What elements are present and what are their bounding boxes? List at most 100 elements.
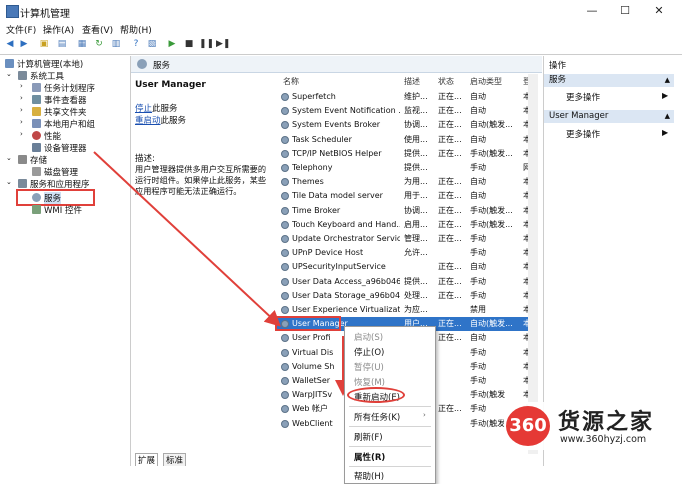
tree-shared-folders[interactable]: 共享文件夹 — [44, 106, 87, 118]
properties-icon[interactable]: ▦ — [76, 39, 88, 50]
table-row[interactable]: System Event Notification ... 监视... 正在... 自… — [277, 104, 533, 118]
up-folder-icon[interactable]: ▣ — [38, 39, 50, 50]
console-tree: 计算机管理(本地) ⌄ 系统工具 › 任务计划程序 › 事件查看器 › 共享文件… — [2, 56, 131, 466]
menu-action[interactable]: 操作(A) — [43, 23, 74, 36]
table-row[interactable]: UPSecurityInputService 正在... 自动本 — [277, 260, 533, 274]
start-service-icon[interactable]: ▶ — [166, 39, 178, 50]
tree-system-tools[interactable]: 系统工具 — [30, 70, 64, 82]
ctx-stop[interactable]: 停止(O) — [354, 346, 384, 358]
restart-service-icon[interactable]: ▶❚ — [216, 39, 230, 50]
expand-icon[interactable]: › — [20, 94, 23, 102]
table-row[interactable]: System Events Broker 协调... 正在... 自动(触发... 本 — [277, 118, 533, 132]
table-row[interactable]: User Data Access_a96b046 提供... 正在... 手动本 — [277, 275, 533, 289]
collapse-up-icon[interactable]: ▲ — [665, 74, 670, 87]
export-icon[interactable]: ▥ — [110, 39, 122, 50]
tree-storage[interactable]: 存储 — [30, 154, 47, 166]
table-row[interactable]: Touch Keyboard and Hand... 启用... 正在... 手动(触… — [277, 218, 533, 232]
collapse-icon[interactable]: ⌄ — [6, 178, 12, 186]
table-row[interactable]: Update Orchestrator Service 管理... 正在... 手动本 — [277, 232, 533, 246]
table-row[interactable]: Tile Data model server 用于... 正在... 自动本 — [277, 189, 533, 203]
actions-group-services[interactable]: 服务 ▲ — [544, 74, 674, 87]
cell-startup: 手动(触发... — [470, 205, 513, 215]
watermark-badge: 360 — [506, 406, 550, 446]
ctx-all-tasks[interactable]: 所有任务(K) — [354, 411, 400, 423]
expand-icon[interactable]: › — [20, 118, 23, 126]
ctx-help[interactable]: 帮助(H) — [354, 470, 384, 482]
cell-status: 正在... — [438, 120, 462, 130]
table-row[interactable]: User Data Storage_a96b046 处理... 正在... 手动本 — [277, 289, 533, 303]
actions-more-2[interactable]: 更多操作 — [566, 128, 600, 140]
tree-device-manager[interactable]: 设备管理器 — [44, 142, 87, 154]
tree-root[interactable]: 计算机管理(本地) — [17, 58, 83, 70]
actions-group-user-manager[interactable]: User Manager ▲ — [544, 110, 674, 123]
tree-local-users[interactable]: 本地用户和组 — [44, 118, 95, 130]
menu-view[interactable]: 查看(V) — [82, 23, 113, 36]
cell-status: 正在... — [438, 290, 462, 300]
cell-desc: 用于... — [404, 191, 428, 201]
cell-status: 正在... — [438, 333, 462, 343]
minimize-button[interactable]: — — [585, 4, 599, 18]
tab-standard[interactable]: 标准 — [163, 453, 187, 466]
back-icon[interactable]: ◀ — [4, 39, 16, 50]
refresh-icon[interactable]: ↻ — [93, 39, 105, 50]
collapse-icon[interactable]: ⌄ — [6, 70, 12, 78]
expand-icon[interactable]: › — [20, 82, 23, 90]
pause-service-icon[interactable]: ❚❚ — [199, 39, 214, 50]
ctx-pause[interactable]: 暂停(U) — [354, 361, 384, 373]
actions-more-1[interactable]: 更多操作 — [566, 91, 600, 103]
tree-wmi[interactable]: WMI 控件 — [44, 204, 82, 216]
show-tree-icon[interactable]: ▤ — [56, 39, 68, 50]
column-header-desc[interactable]: 描述 — [404, 74, 434, 90]
table-row[interactable]: Themes 为用... 正在... 自动本 — [277, 175, 533, 189]
table-row[interactable]: UPnP Device Host 允许... 手动本 — [277, 246, 533, 260]
view-icon[interactable]: ▧ — [146, 39, 158, 50]
column-header-status[interactable]: 状态 — [438, 74, 466, 90]
cell-startup: 禁用 — [470, 305, 486, 314]
table-row[interactable]: Task Scheduler 使用... 正在... 自动本 — [277, 133, 533, 147]
tree-performance[interactable]: 性能 — [44, 130, 61, 142]
tree-disk-management[interactable]: 磁盘管理 — [44, 166, 78, 178]
tree-services[interactable]: 服务 — [44, 192, 62, 204]
gear-icon — [281, 107, 289, 116]
close-button[interactable]: ✕ — [652, 4, 666, 18]
gear-icon — [281, 164, 289, 172]
table-row[interactable]: TCP/IP NetBIOS Helper 提供... 正在... 手动(触发... 本 — [277, 147, 533, 161]
restart-service-link[interactable]: 重启动 — [135, 116, 161, 126]
table-row[interactable]: Telephony 提供... 手动网 — [277, 161, 533, 175]
tree-task-scheduler[interactable]: 任务计划程序 — [44, 82, 95, 94]
toolbar: ◀ ▶ ▣ ▤ ▦ ↻ ▥ ? ▧ ▶ ■ ❚❚ ▶❚ — [0, 36, 682, 55]
view-tabs: 扩展 标准 — [131, 452, 331, 466]
help-icon[interactable]: ? — [130, 39, 142, 50]
stop-service-link[interactable]: 停止 — [135, 104, 152, 114]
ctx-start[interactable]: 启动(S) — [354, 331, 383, 343]
expand-icon[interactable]: › — [20, 106, 23, 114]
table-row[interactable]: Time Broker 协调... 正在... 手动(触发... 本 — [277, 204, 533, 218]
table-row[interactable]: User Experience Virtualizat... 为应... 禁用本 — [277, 303, 533, 317]
vertical-scrollbar[interactable] — [528, 74, 538, 454]
cell-desc: 允许... — [404, 248, 428, 258]
ctx-refresh[interactable]: 刷新(F) — [354, 431, 383, 443]
cell-name: System Event Notification ... — [292, 106, 400, 116]
tree-event-viewer[interactable]: 事件查看器 — [44, 94, 87, 106]
cell-desc: 启用... — [404, 219, 428, 229]
menu-separator — [349, 406, 431, 407]
stop-service-icon[interactable]: ■ — [183, 39, 195, 50]
gear-icon — [281, 149, 289, 158]
tab-extended[interactable]: 扩展 — [135, 453, 159, 466]
expand-icon[interactable]: › — [20, 130, 23, 138]
cell-startup: 手动 — [470, 361, 486, 371]
ctx-properties[interactable]: 属性(R) — [354, 451, 385, 463]
forward-icon[interactable]: ▶ — [18, 39, 30, 50]
table-row[interactable]: Superfetch 维护... 正在... 自动本 — [277, 90, 533, 104]
column-header-startup[interactable]: 启动类型 — [470, 74, 520, 90]
maximize-button[interactable]: ☐ — [618, 4, 632, 18]
column-header-name[interactable]: 名称 — [283, 74, 391, 90]
collapse-up-icon[interactable]: ▲ — [665, 110, 670, 123]
menu-help[interactable]: 帮助(H) — [120, 23, 152, 36]
collapse-icon[interactable]: ⌄ — [6, 154, 12, 162]
context-menu: 启动(S) 停止(O) 暂停(U) 恢复(M) 重新启动(E) 所有任务(K) … — [344, 326, 436, 484]
gear-icon — [281, 206, 289, 215]
cell-name: Update Orchestrator Service — [292, 234, 400, 243]
menu-file[interactable]: 文件(F) — [6, 23, 36, 36]
cell-startup: 手动(触发 — [470, 390, 506, 400]
